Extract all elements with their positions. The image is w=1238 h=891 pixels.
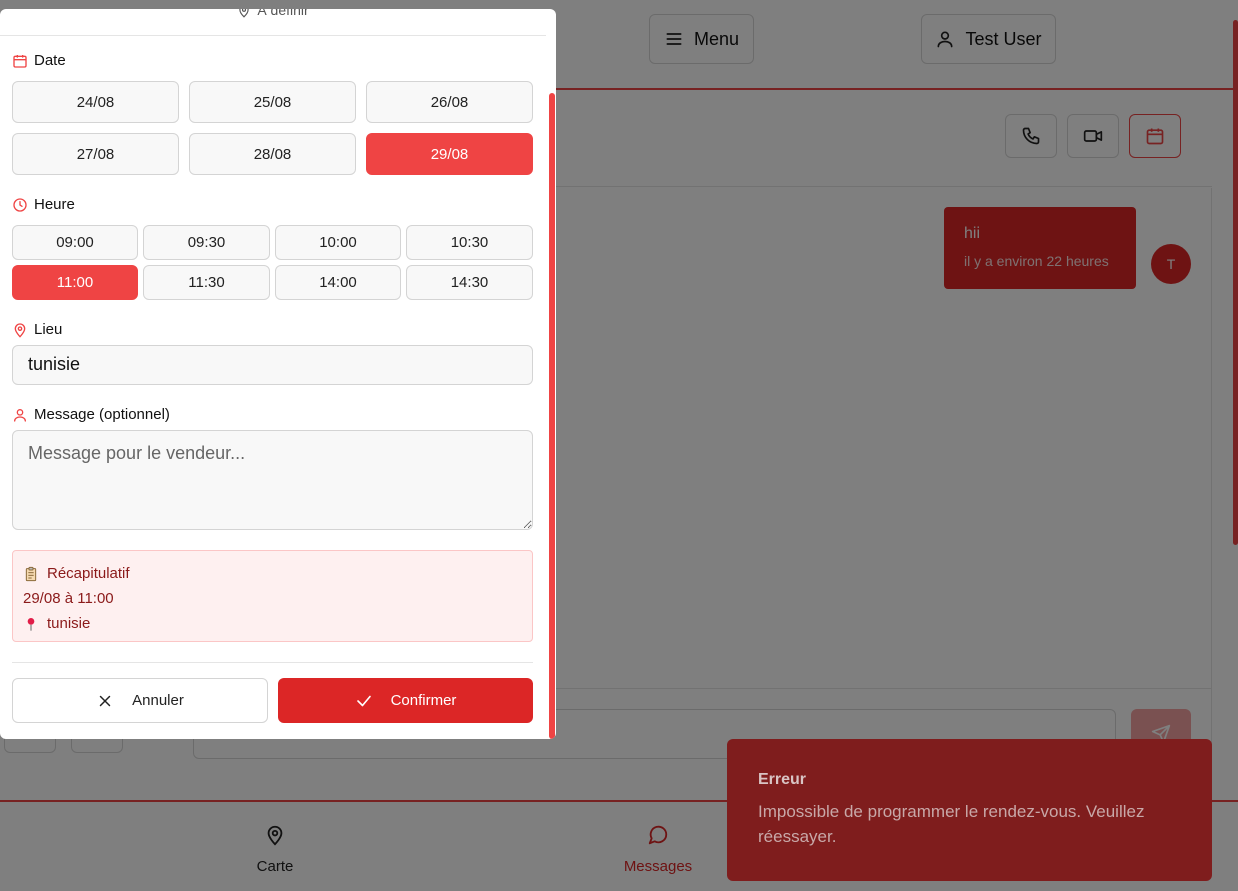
toast-message: Impossible de programmer le rendez-vous.…	[758, 802, 1145, 846]
time-option[interactable]: 11:30	[143, 265, 270, 300]
summary-datetime: 29/08 à 11:00	[23, 590, 114, 607]
map-pin-icon	[14, 322, 26, 338]
summary-title: Récapitulatif	[47, 565, 130, 582]
confirm-label: Confirmer	[390, 692, 457, 709]
date-option[interactable]: 25/08	[189, 81, 356, 123]
location-input[interactable]: tunisie	[12, 345, 533, 385]
summary-location-row: tunisie	[23, 611, 522, 636]
check-icon	[356, 695, 371, 706]
cancel-button[interactable]: Annuler	[12, 678, 268, 723]
map-pin-icon	[239, 9, 249, 18]
time-option[interactable]: 14:00	[275, 265, 401, 300]
date-section-label: Date	[12, 52, 66, 69]
date-option[interactable]: 26/08	[366, 81, 533, 123]
message-label: Message (optionnel)	[34, 406, 170, 423]
date-option[interactable]: 24/08	[12, 81, 179, 123]
date-label: Date	[34, 52, 66, 69]
pushpin-icon	[27, 617, 35, 631]
modal-top-summary: À définir	[0, 9, 546, 36]
date-option[interactable]: 27/08	[12, 133, 179, 175]
time-option[interactable]: 09:00	[12, 225, 138, 260]
message-section-label: Message (optionnel)	[12, 406, 170, 423]
location-label: Lieu	[34, 321, 63, 338]
footer-divider	[12, 662, 533, 663]
summary-box: Récapitulatif 29/08 à 11:00 tunisie	[12, 550, 533, 642]
calendar-icon	[13, 54, 27, 68]
time-option[interactable]: 10:00	[275, 225, 401, 260]
time-section-label: Heure	[12, 196, 75, 213]
user-icon	[14, 408, 26, 422]
time-label: Heure	[34, 196, 75, 213]
date-option-selected[interactable]: 29/08	[366, 133, 533, 175]
clock-icon	[13, 197, 27, 212]
location-section-label: Lieu	[12, 321, 62, 338]
close-icon	[99, 695, 111, 706]
date-option[interactable]: 28/08	[189, 133, 356, 175]
confirm-button[interactable]: Confirmer	[278, 678, 533, 723]
time-option[interactable]: 14:30	[406, 265, 533, 300]
modal-top-text: À définir	[257, 9, 309, 18]
summary-title-row: Récapitulatif	[23, 561, 522, 586]
time-option[interactable]: 10:30	[406, 225, 533, 260]
summary-location: tunisie	[47, 615, 91, 632]
toast-title: Erreur	[758, 771, 807, 788]
appointment-modal: À définir Date 24/08 25/08 26/08 27/08 2…	[0, 9, 556, 739]
time-option[interactable]: 09:30	[143, 225, 270, 260]
modal-scrollbar[interactable]	[549, 93, 555, 739]
clipboard-icon	[25, 566, 37, 581]
time-option-selected[interactable]: 11:00	[12, 265, 138, 300]
cancel-label: Annuler	[132, 692, 184, 709]
error-toast[interactable]: Erreur Impossible de programmer le rende…	[727, 739, 1212, 881]
message-textarea[interactable]	[12, 430, 533, 530]
